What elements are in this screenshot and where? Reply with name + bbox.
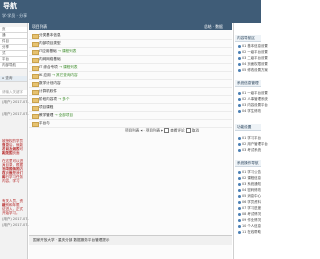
bullet-icon: [238, 109, 241, 113]
right-item[interactable]: 07 学习进度: [238, 206, 261, 210]
right-item[interactable]: 09 作业情况: [238, 218, 261, 222]
folder-icon: [32, 82, 39, 87]
bullet-icon: [238, 50, 241, 54]
app-title: 导航: [3, 2, 17, 10]
folder-icon: [32, 58, 39, 63]
checkbox-icon[interactable]: [164, 128, 170, 133]
right-item[interactable]: 01 学习公告: [238, 170, 261, 174]
right-item[interactable]: 05 消息中心: [238, 194, 261, 198]
close-link[interactable]: 取消: [192, 129, 199, 133]
status-bar: 国家开放大学 · 重庆分部 数据服务平台管理提示: [29, 235, 232, 245]
list-item[interactable]: 计算机软件: [29, 88, 232, 96]
folder-icon: [32, 98, 39, 103]
list-item[interactable]: IK 应用 → 其它查询内容: [29, 72, 232, 80]
bullet-icon: [238, 230, 241, 234]
right-item[interactable]: 04 密码修改: [238, 188, 261, 192]
folder-icon: [32, 74, 39, 79]
checkbox-icon[interactable]: [185, 128, 191, 133]
chat-message: 相关的页面: [2, 151, 20, 155]
right-section-title: 系统信息管理: [235, 80, 261, 87]
bullet-icon: [238, 62, 241, 66]
list-header-right: 总结 · 数据: [204, 24, 223, 29]
left-menu-item-6[interactable]: 内部导航: [0, 63, 27, 69]
bullet-icon: [238, 148, 241, 152]
right-section-title: 内容导航区: [235, 35, 261, 42]
bullet-icon: [238, 200, 241, 204]
refresh-link[interactable]: 查看评论: [170, 129, 184, 133]
bullet-icon: [238, 194, 241, 198]
right-item[interactable]: 08 考试情况: [238, 212, 261, 216]
right-item[interactable]: 11 在线帮助: [238, 230, 261, 234]
right-item[interactable]: 06 学员资料: [238, 200, 261, 204]
folder-icon: [32, 114, 39, 119]
list-item[interactable]: 内网网络基础: [29, 56, 232, 64]
right-item[interactable]: 04 页面权限设置: [238, 62, 268, 66]
right-section-title: 功能设置: [235, 124, 261, 131]
search-button[interactable]: ⌂ 查询: [0, 76, 27, 82]
bullet-icon: [238, 56, 241, 60]
bullet-icon: [238, 103, 241, 107]
right-item[interactable]: 03 二级平台设置: [238, 56, 268, 60]
bullet-icon: [238, 44, 241, 48]
folder-icon: [32, 66, 39, 71]
bullet-icon: [238, 170, 241, 174]
right-item[interactable]: 05 修改设置方案: [238, 68, 268, 72]
list-item[interactable]: IT应用基础 → 课程列表: [29, 48, 232, 56]
bullet-icon: [238, 91, 241, 95]
bullet-icon: [238, 206, 241, 210]
right-item[interactable]: 04 学生修改: [238, 109, 261, 113]
list-item[interactable]: 教学管理 → 全部项目: [29, 112, 232, 120]
right-item[interactable]: 02 一级平台设置: [238, 50, 268, 54]
list-item[interactable]: 内部项目类型: [29, 40, 232, 48]
right-item[interactable]: 01 一级平台设置: [238, 91, 268, 95]
right-item[interactable]: 01 学习平台: [238, 136, 261, 140]
bullet-icon: [238, 188, 241, 192]
list-item[interactable]: 阶段内容项 → 多个: [29, 96, 232, 104]
folder-icon: [32, 50, 39, 55]
divider: [0, 98, 27, 99]
right-section-title: 系统操作导航: [235, 160, 261, 167]
prev-link[interactable]: 项目列表: [125, 129, 139, 133]
list-header: 项目列表 总结 · 数据: [29, 23, 232, 30]
list-item[interactable]: IT 综合专项 → 课程列表: [29, 64, 232, 72]
folder-icon: [32, 106, 39, 111]
bullet-icon: [238, 142, 241, 146]
folder-icon: [32, 122, 39, 127]
list-item[interactable]: 平台与: [29, 120, 232, 128]
folder-icon: [32, 42, 39, 47]
right-item[interactable]: 02 人事管理系统: [238, 97, 268, 101]
status-text: 国家开放大学 · 重庆分部 数据服务平台管理提示: [33, 238, 110, 242]
bullet-icon: [238, 97, 241, 101]
search-input[interactable]: 请输入关键字: [0, 90, 27, 96]
bullet-icon: [238, 224, 241, 228]
right-item[interactable]: 03 系统通知: [238, 182, 261, 186]
bullet-icon: [238, 218, 241, 222]
bullet-icon: [238, 136, 241, 140]
right-item[interactable]: 03 内容设置平台: [238, 103, 268, 107]
list-pager: 项目列表 ◂ · 项目列表 ▸ 查看评论 取消: [125, 128, 199, 133]
app-breadcrumb: 学·学员 · 分享: [2, 13, 28, 18]
bullet-icon: [238, 182, 241, 186]
list-item[interactable]: 数学计划内容: [29, 80, 232, 88]
app-header: [0, 0, 261, 23]
bullet-icon: [238, 176, 241, 180]
folder-icon: [32, 34, 39, 39]
list-item[interactable]: 项目课程: [29, 104, 232, 112]
right-item[interactable]: 02 用户管理平台: [238, 142, 268, 146]
right-item[interactable]: 03 考试系统: [238, 148, 261, 152]
bullet-icon: [238, 68, 241, 72]
list-header-title: 项目列表: [32, 24, 48, 29]
right-item[interactable]: 02 课程信息: [238, 176, 261, 180]
bullet-icon: [238, 212, 241, 216]
chat-message: 内容，学习: [2, 179, 20, 183]
right-item[interactable]: 10 个人信息: [238, 224, 261, 228]
list-item[interactable]: 分类基本信息: [29, 32, 232, 40]
right-item[interactable]: 01 基本信息设置: [238, 44, 268, 48]
folder-icon: [32, 90, 39, 95]
chat-message: 开始学习。: [2, 211, 20, 215]
next-link[interactable]: 项目列表: [146, 129, 160, 133]
